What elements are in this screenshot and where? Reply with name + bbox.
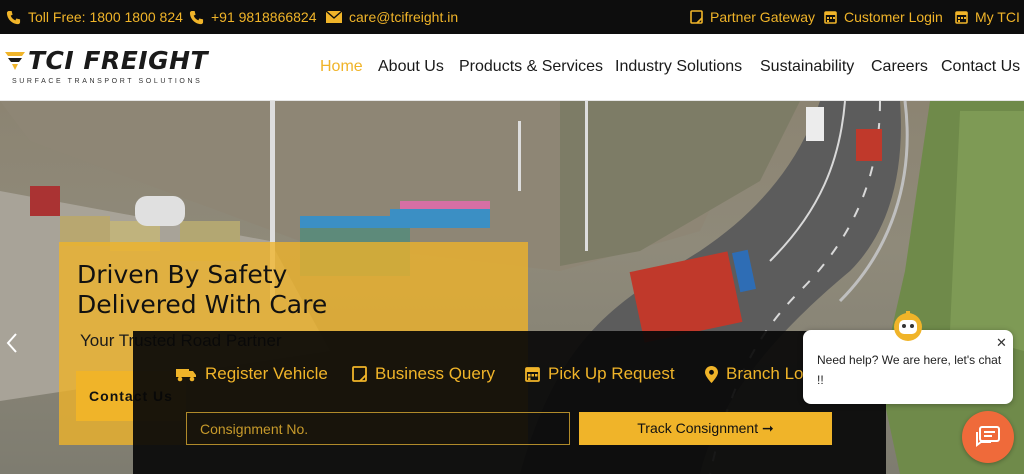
hero-title: Driven By Safety Delivered With Care — [77, 260, 327, 320]
consignment-input[interactable] — [186, 412, 570, 445]
nav-sustainability[interactable]: Sustainability — [760, 58, 854, 76]
track-consignment-button[interactable]: Track Consignment ➞ — [579, 412, 832, 445]
mobile-icon — [189, 10, 204, 24]
truck-icon — [176, 369, 196, 382]
toll-free-text: Toll Free: 1800 1800 824 — [28, 9, 183, 25]
top-bar: Toll Free: 1800 1800 824 +91 9818866824 … — [0, 0, 1024, 34]
tab-register-vehicle-label: Register Vehicle — [205, 364, 328, 383]
nav-home[interactable]: Home — [320, 58, 363, 76]
logo-mark-icon — [5, 52, 25, 70]
customer-login-link[interactable]: Customer Login — [824, 0, 943, 34]
mail-icon — [326, 11, 342, 23]
email-link[interactable]: care@tcifreight.in — [326, 0, 458, 34]
tab-pick-up-request-label: Pick Up Request — [548, 364, 675, 383]
site-header: TCI FREIGHT SURFACE TRANSPORT SOLUTIONS … — [0, 34, 1024, 101]
tab-business-query[interactable]: Business Query — [352, 364, 495, 384]
tab-branch-locator-label: Branch Lo — [726, 364, 804, 383]
chat-launcher-button[interactable] — [962, 411, 1014, 463]
nav-products-services[interactable]: Products & Services — [459, 58, 603, 76]
hero-title-line1: Driven By Safety — [77, 260, 288, 289]
partner-gateway-text: Partner Gateway — [710, 9, 816, 25]
chat-popup: Need help? We are here, let's chat !! ✕ — [803, 330, 1013, 404]
chat-icon — [976, 426, 1000, 447]
gateway-icon — [690, 10, 703, 24]
note-icon — [352, 366, 367, 382]
phone-icon — [6, 10, 21, 24]
tracking-panel: Register Vehicle Business Query Pick Up … — [133, 331, 886, 474]
location-icon — [705, 365, 718, 383]
service-tabs: Register Vehicle Business Query Pick Up … — [133, 331, 886, 396]
nav-industry-solutions[interactable]: Industry Solutions — [615, 58, 742, 76]
tab-register-vehicle[interactable]: Register Vehicle — [175, 364, 328, 384]
nav-contact-us[interactable]: Contact Us — [941, 58, 1020, 76]
tab-pick-up-request[interactable]: Pick Up Request — [525, 364, 675, 384]
toll-free-link[interactable]: Toll Free: 1800 1800 824 — [6, 0, 183, 34]
calendar-icon — [955, 11, 968, 24]
hero-slider: Driven By Safety Delivered With Care You… — [0, 101, 1024, 474]
email-text: care@tcifreight.in — [349, 9, 459, 25]
hero-title-line2: Delivered With Care — [77, 290, 328, 319]
brand-name: TCI FREIGHT — [28, 46, 209, 75]
bot-icon — [894, 311, 922, 341]
mobile-link[interactable]: +91 9818866824 — [189, 0, 317, 34]
close-icon[interactable]: ✕ — [996, 335, 1007, 351]
partner-gateway-link[interactable]: Partner Gateway — [690, 0, 815, 34]
brand-tagline: SURFACE TRANSPORT SOLUTIONS — [12, 78, 203, 85]
calendar-icon — [525, 367, 540, 382]
mobile-text: +91 9818866824 — [211, 9, 317, 25]
my-tci-link[interactable]: My TCI — [955, 0, 1020, 34]
my-tci-text: My TCI — [975, 9, 1020, 25]
tab-branch-locator[interactable]: Branch Lo — [705, 364, 804, 384]
tab-business-query-label: Business Query — [375, 364, 495, 383]
nav-about-us[interactable]: About Us — [378, 58, 444, 76]
chevron-left-icon[interactable] — [4, 332, 20, 354]
nav-careers[interactable]: Careers — [871, 58, 928, 76]
chat-message: Need help? We are here, let's chat !! — [817, 353, 1002, 387]
brand-logo[interactable]: TCI FREIGHT SURFACE TRANSPORT SOLUTIONS — [4, 46, 216, 90]
calendar-icon — [824, 11, 837, 24]
customer-login-text: Customer Login — [844, 9, 943, 25]
